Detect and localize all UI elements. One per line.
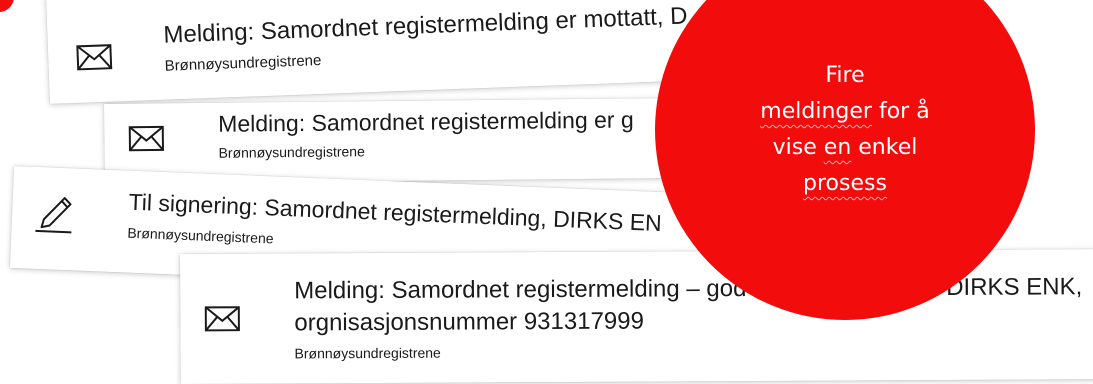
message-title-line-2: orgnisasjonsnummer 931317999 [294, 307, 644, 337]
message-title: Melding: Samordnet registermelding er g [218, 106, 634, 137]
envelope-icon [76, 44, 113, 76]
message-sender: Brønnøysundregistrene [164, 51, 322, 75]
envelope-icon [128, 125, 164, 156]
message-title-line-1: Melding: Samordnet registermelding – god [294, 275, 747, 305]
callout-line-1: Fire [825, 63, 865, 88]
message-title: Melding: Samordnet registermelding er mo… [163, 2, 688, 49]
callout-line-3: vise en enkel [772, 135, 918, 160]
message-title-line-1-end: DIRKS ENK, [946, 273, 1083, 301]
callout-text: Fire meldinger for å vise en enkel prose… [695, 58, 995, 202]
envelope-icon [204, 306, 240, 337]
message-sender: Brønnøysundregistrene [127, 224, 274, 247]
message-card-confirmation[interactable]: Melding: Samordnet registermelding er g … [104, 97, 745, 184]
corner-decoration [0, 0, 14, 12]
pen-signature-icon [33, 189, 77, 240]
message-sender: Brønnøysundregistrene [218, 143, 365, 161]
callout-line-4: prosess [803, 171, 887, 196]
message-sender: Brønnøysundregistrene [294, 344, 441, 362]
callout-line-2: meldinger for å [760, 99, 930, 124]
